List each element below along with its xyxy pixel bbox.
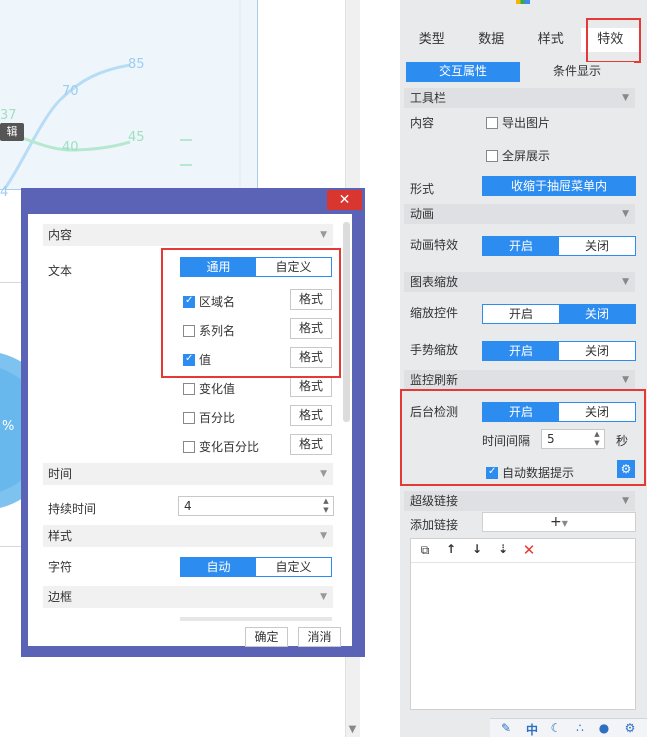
edit-icon[interactable]: ✎ [498, 721, 514, 735]
gesture-zoom-label: 手势缩放 [410, 343, 459, 357]
percent-checkbox[interactable] [183, 412, 195, 424]
tooltip-chip: 辑 [0, 123, 24, 141]
section-zoom[interactable]: 图表缩放 ▼ [404, 272, 635, 292]
char-auto-button[interactable]: 自动 [181, 558, 256, 576]
gear-icon[interactable]: ⚙ [622, 721, 638, 735]
collapse-caret-icon: ▼ [622, 93, 629, 103]
dialog-ok-button[interactable]: 确定 [245, 627, 288, 647]
fullscreen-checkbox[interactable] [486, 150, 498, 162]
text-icon[interactable]: 中 [524, 721, 540, 737]
dialog-section-style[interactable]: 样式 ▼ [43, 525, 333, 547]
subtab-condition[interactable]: 条件显示 [520, 62, 634, 82]
zoom-control-on-button[interactable]: 开启 [483, 305, 559, 323]
dialog-text-label: 文本 [48, 264, 73, 278]
dialog-scrollbar[interactable] [343, 222, 350, 422]
zoom-control-toggle: 开启 关闭 [482, 304, 636, 324]
zoom-control-label: 缩放控件 [410, 306, 459, 320]
label-37: 37 [0, 108, 17, 123]
animation-off-button[interactable]: 关闭 [559, 237, 635, 255]
collapse-caret-icon: ▼ [622, 496, 629, 506]
char-custom-button[interactable]: 自定义 [256, 558, 331, 576]
change-percent-checkbox[interactable] [183, 441, 195, 453]
label-70: 70 [62, 84, 79, 99]
label-4: 4 [0, 185, 9, 200]
export-image-checkbox[interactable] [486, 117, 498, 129]
user-icon[interactable]: ● [596, 721, 612, 735]
dialog-cancel-button[interactable]: 消消 [298, 627, 341, 647]
chart-area-top: 85 70 45 40 37 4 辑 [0, 0, 258, 200]
toolbar-form-label: 形式 [410, 182, 435, 196]
change-percent-format-button[interactable]: 格式 [290, 434, 332, 455]
percent-format-button[interactable]: 格式 [290, 405, 332, 426]
collapse-caret-icon: ▼ [622, 375, 629, 385]
label-45: 45 [128, 130, 145, 145]
gesture-zoom-toggle: 开启 关闭 [482, 341, 636, 361]
tab-style[interactable]: 样式 [521, 28, 581, 52]
gesture-zoom-off-button[interactable]: 关闭 [559, 342, 635, 360]
section-monitor[interactable]: 监控刷新 ▼ [404, 370, 635, 390]
duration-input[interactable]: 4 ▲ ▼ [178, 496, 334, 516]
add-link-button[interactable]: +▼ [482, 512, 636, 532]
collapse-caret-icon: ▼ [320, 531, 327, 541]
item-change-percent[interactable]: 变化百分比 [183, 438, 259, 455]
collapse-caret-icon: ▼ [320, 469, 327, 479]
move-bottom-icon[interactable]: ⇣ [495, 542, 511, 556]
scroll-down-arrow-icon[interactable]: ▼ [345, 722, 360, 737]
chevron-down-icon: ▼ [561, 519, 568, 528]
dialog-section-time[interactable]: 时间 ▼ [43, 463, 333, 485]
tab-data[interactable]: 数据 [462, 28, 522, 52]
section-toolbar[interactable]: 工具栏 ▼ [404, 88, 635, 108]
dots-icon[interactable]: ∴ [572, 721, 588, 735]
plus-icon: + [550, 514, 562, 530]
duration-stepper-icon[interactable]: ▲ ▼ [320, 497, 332, 515]
char-mode-toggle: 自动 自定义 [180, 557, 332, 577]
panel-top-icon [516, 0, 530, 4]
char-label: 字符 [48, 560, 73, 574]
delete-icon[interactable]: ✕ [521, 541, 537, 559]
collapse-caret-icon: ▼ [622, 209, 629, 219]
item-percent[interactable]: 百分比 [183, 409, 235, 426]
fullscreen-option[interactable]: 全屏展示 [486, 147, 550, 164]
collapse-caret-icon: ▼ [622, 277, 629, 287]
change-value-format-button[interactable]: 格式 [290, 376, 332, 397]
toolbar-content-label: 内容 [410, 116, 435, 130]
highlight-effects-tab [586, 18, 641, 63]
label-85: 85 [128, 57, 145, 72]
pct-label: % [2, 419, 15, 434]
moon-icon[interactable]: ☾ [548, 721, 564, 735]
animation-on-button[interactable]: 开启 [483, 237, 559, 255]
section-hyperlink[interactable]: 超级链接 ▼ [404, 491, 635, 511]
add-link-label: 添加链接 [410, 518, 459, 532]
section-animation[interactable]: 动画 ▼ [404, 204, 635, 224]
duration-label: 持续时间 [48, 502, 97, 516]
subtab-switch: 交互属性 条件显示 [406, 62, 634, 82]
change-value-checkbox[interactable] [183, 383, 195, 395]
tab-type[interactable]: 类型 [402, 28, 462, 52]
dialog-close-icon[interactable]: ✕ [327, 190, 362, 210]
line-chart-lines [0, 0, 241, 190]
highlight-monitor-box [400, 389, 646, 486]
dialog-section-content[interactable]: 内容 ▼ [43, 224, 333, 246]
hyperlink-toolbar: ⧉ ↑ ↓ ⇣ ✕ [411, 539, 635, 563]
animation-toggle: 开启 关闭 [482, 236, 636, 256]
subtab-interaction[interactable]: 交互属性 [406, 62, 520, 82]
label-40: 40 [62, 140, 79, 155]
export-image-option[interactable]: 导出图片 [486, 114, 550, 131]
move-up-icon[interactable]: ↑ [443, 542, 459, 556]
highlight-text-options [161, 248, 341, 378]
dialog-hscrollbar[interactable] [180, 617, 332, 621]
collapse-caret-icon: ▼ [320, 230, 327, 240]
dialog-section-border[interactable]: 边框 ▼ [43, 586, 333, 608]
gesture-zoom-on-button[interactable]: 开启 [483, 342, 559, 360]
duration-value: 4 [184, 499, 192, 513]
toolbar-form-select[interactable]: 收缩于抽屉菜单内 [482, 176, 636, 196]
move-down-icon[interactable]: ↓ [469, 542, 485, 556]
bottom-icon-bar: ✎ 中 ☾ ∴ ● ⚙ [490, 718, 647, 737]
copy-icon[interactable]: ⧉ [417, 543, 433, 558]
collapse-caret-icon: ▼ [320, 592, 327, 602]
item-change-value[interactable]: 变化值 [183, 380, 235, 397]
animation-effect-label: 动画特效 [410, 238, 459, 252]
zoom-control-off-button[interactable]: 关闭 [559, 305, 635, 323]
hyperlink-list: ⧉ ↑ ↓ ⇣ ✕ [410, 538, 636, 710]
